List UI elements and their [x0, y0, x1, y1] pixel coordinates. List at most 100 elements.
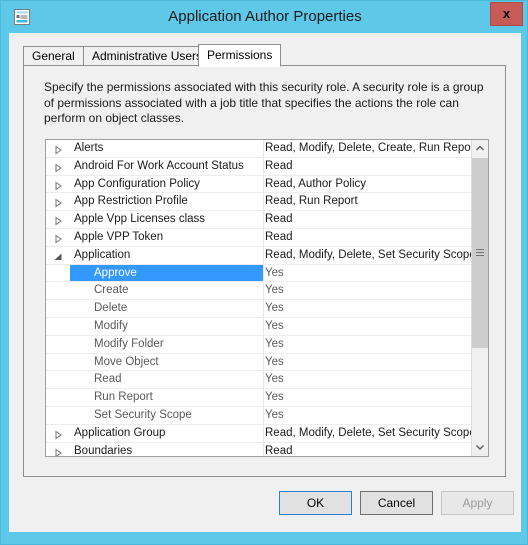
- cancel-button[interactable]: Cancel: [360, 491, 433, 515]
- table-row[interactable]: Alerts Read, Modify, Delete, Create, Run …: [46, 140, 472, 158]
- chevron-up-icon[interactable]: [472, 140, 488, 157]
- scrollbar-thumb[interactable]: [472, 158, 488, 348]
- scrollbar-grip-icon: [476, 249, 484, 257]
- tab-administrative-users[interactable]: Administrative Users: [83, 46, 212, 66]
- table-row[interactable]: App Configuration Policy Read, Author Pol…: [46, 175, 472, 194]
- table-row[interactable]: Create Yes: [46, 282, 472, 301]
- permission-value: Yes: [265, 266, 284, 279]
- table-row[interactable]: Android For Work Account Status Read: [46, 157, 472, 176]
- permission-name: Modify: [94, 319, 128, 332]
- table-row[interactable]: Delete Yes: [46, 300, 472, 318]
- expand-triangle-icon[interactable]: [53, 447, 63, 456]
- permission-value: Read: [265, 230, 293, 243]
- chevron-down-icon[interactable]: [472, 439, 488, 456]
- title-bar: Application Author Properties x: [1, 1, 528, 33]
- permission-name: Set Security Scope: [94, 408, 192, 421]
- column-divider: [263, 335, 264, 353]
- expand-triangle-icon[interactable]: [53, 429, 63, 440]
- permission-value: Read, Modify, Delete, Create, Run Report…: [265, 142, 472, 154]
- permission-value: Read, Modify, Delete, Set Security Scope…: [265, 248, 472, 261]
- table-row[interactable]: Set Security Scope Yes: [46, 406, 472, 425]
- permission-value: Yes: [265, 337, 284, 350]
- permission-name: Application Group: [74, 426, 166, 439]
- permission-value: Yes: [265, 302, 284, 315]
- permissions-rows: Alerts Read, Modify, Delete, Create, Run …: [46, 140, 472, 457]
- table-row[interactable]: Apple VPP Token Read: [46, 228, 472, 247]
- expand-triangle-icon[interactable]: [53, 162, 63, 173]
- column-divider: [263, 424, 264, 442]
- close-button[interactable]: x: [490, 2, 523, 26]
- table-row[interactable]: Approve Yes: [46, 264, 472, 283]
- table-row[interactable]: Application Group Read, Modify, Delete, S…: [46, 424, 472, 443]
- column-divider: [263, 317, 264, 335]
- permission-name: Apple VPP Token: [74, 230, 164, 243]
- permissions-list[interactable]: Alerts Read, Modify, Delete, Create, Run …: [45, 139, 489, 457]
- permission-name: Alerts: [74, 142, 104, 154]
- permission-name: Read: [94, 373, 122, 386]
- table-row[interactable]: App Restriction Profile Read, Run Report: [46, 193, 472, 212]
- vertical-scrollbar[interactable]: [471, 140, 488, 456]
- expand-triangle-icon[interactable]: [53, 197, 63, 208]
- table-row[interactable]: Apple Vpp Licenses class Read: [46, 211, 472, 229]
- permission-value: Read: [265, 159, 293, 172]
- permission-name: App Configuration Policy: [74, 177, 200, 190]
- permission-name: Delete: [94, 302, 128, 315]
- permission-name: Create: [94, 284, 129, 297]
- permission-value: Yes: [265, 284, 284, 297]
- ok-button[interactable]: OK: [279, 491, 352, 515]
- permission-value: Read: [265, 213, 293, 226]
- column-divider: [263, 140, 264, 157]
- expand-triangle-icon[interactable]: [53, 144, 63, 155]
- table-row[interactable]: Application Read, Modify, Delete, Set Sec…: [46, 246, 472, 265]
- column-divider: [263, 389, 264, 406]
- permission-name: Apple Vpp Licenses class: [74, 213, 206, 226]
- permission-value: Read: [265, 444, 293, 457]
- column-divider: [263, 300, 264, 317]
- permission-value: Read, Run Report: [265, 195, 358, 208]
- table-row[interactable]: Run Report Yes: [46, 389, 472, 407]
- permission-value: Yes: [265, 391, 284, 404]
- column-divider: [263, 371, 264, 389]
- column-divider: [263, 282, 264, 300]
- properties-dialog-window: Application Author Properties x General …: [0, 0, 528, 545]
- column-divider: [263, 264, 264, 282]
- permission-name: Run Report: [94, 391, 153, 404]
- tab-permissions[interactable]: Permissions: [198, 44, 282, 67]
- permission-name: Modify Folder: [94, 337, 164, 350]
- expand-triangle-icon[interactable]: [53, 233, 63, 244]
- permissions-tab-page: Specify the permissions associated with …: [23, 65, 506, 477]
- permissions-description: Specify the permissions associated with …: [44, 80, 484, 125]
- dialog-body: General Administrative Users Permissions…: [9, 33, 521, 532]
- permission-value: Yes: [265, 373, 284, 386]
- permission-name: Application: [74, 248, 131, 261]
- expand-triangle-icon[interactable]: [53, 215, 63, 226]
- table-row[interactable]: Boundaries Read: [46, 442, 472, 457]
- permission-value: Yes: [265, 319, 284, 332]
- column-divider: [263, 175, 264, 193]
- column-divider: [263, 406, 264, 424]
- table-row[interactable]: Modify Folder Yes: [46, 335, 472, 354]
- permission-name: App Restriction Profile: [74, 195, 188, 208]
- column-divider: [263, 211, 264, 228]
- column-divider: [263, 228, 264, 246]
- window-title: Application Author Properties: [168, 8, 362, 25]
- permission-name: Boundaries: [74, 444, 133, 457]
- column-divider: [263, 193, 264, 211]
- expand-triangle-icon[interactable]: [53, 180, 63, 191]
- collapse-triangle-icon[interactable]: [53, 251, 63, 261]
- permission-value: Yes: [265, 355, 284, 368]
- permission-name: Android For Work Account Status: [74, 159, 244, 172]
- permission-name: Move Object: [94, 355, 159, 368]
- table-row[interactable]: Modify Yes: [46, 317, 472, 336]
- column-divider: [263, 157, 264, 175]
- apply-button: Apply: [441, 491, 514, 515]
- column-divider: [263, 246, 264, 264]
- table-row[interactable]: Read Yes: [46, 371, 472, 390]
- permission-value: Read, Modify, Delete, Set Security Scope…: [265, 426, 472, 439]
- tab-general[interactable]: General: [23, 46, 84, 66]
- permission-value: Read, Author Policy: [265, 177, 367, 190]
- column-divider: [263, 442, 264, 456]
- permission-name: Approve: [94, 266, 137, 279]
- table-row[interactable]: Move Object Yes: [46, 353, 472, 372]
- permission-value: Yes: [265, 408, 284, 421]
